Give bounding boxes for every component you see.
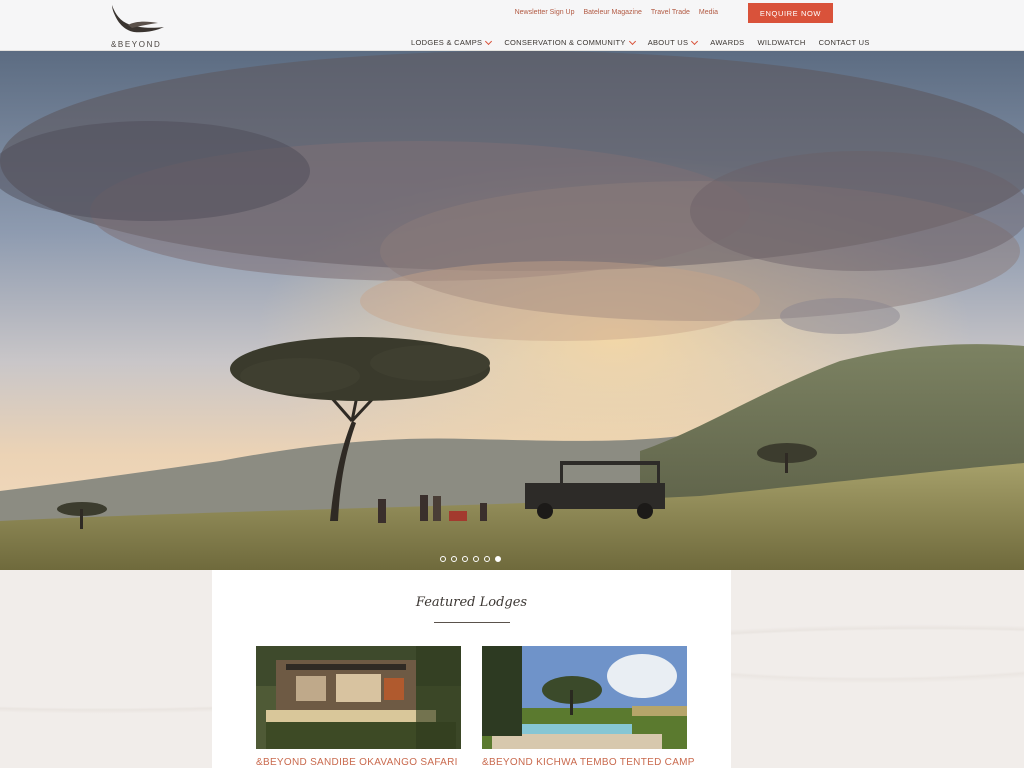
hero-slider[interactable] <box>0 51 1024 570</box>
slider-dot[interactable] <box>473 556 479 562</box>
chevron-down-icon <box>485 37 493 45</box>
nav-contact-us[interactable]: CONTACT US <box>819 38 870 47</box>
slider-dot[interactable] <box>440 556 446 562</box>
nav-label: AWARDS <box>710 38 745 47</box>
site-header: &BEYOND Newsletter Sign Up Bateleur Maga… <box>0 0 1024 51</box>
slider-dots <box>440 556 501 562</box>
nav-awards[interactable]: AWARDS <box>710 38 744 47</box>
title-divider <box>434 622 510 623</box>
lodge-card-title[interactable]: &BEYOND SANDIBE OKAVANGO SAFARI <box>256 757 461 768</box>
nav-about-us[interactable]: ABOUT US <box>647 37 699 47</box>
lodge-card-title[interactable]: &BEYOND KICHWA TEMBO TENTED CAMP <box>482 757 694 768</box>
chevron-down-icon <box>628 37 636 45</box>
slider-dot[interactable] <box>451 556 457 562</box>
slider-dot[interactable] <box>462 556 468 562</box>
nav-label: CONSERVATION & COMMUNITY <box>504 38 626 47</box>
brand-wordmark: &BEYOND <box>111 40 162 49</box>
chevron-down-icon <box>691 37 699 45</box>
nav-label: CONTACT US <box>818 38 870 47</box>
eagle-icon <box>112 5 164 33</box>
featured-lodges-title: Featured Lodges <box>415 595 528 610</box>
slider-dot[interactable] <box>484 556 490 562</box>
featured-section-background: Featured Lodges &BEYOND SANDIBE OKAVANGO <box>0 570 1024 768</box>
utility-links: Newsletter Sign Up Bateleur Magazine Tra… <box>515 9 718 16</box>
newsletter-link[interactable]: Newsletter Sign Up <box>515 9 575 16</box>
media-link[interactable]: Media <box>699 9 718 16</box>
travel-trade-link[interactable]: Travel Trade <box>651 9 690 16</box>
lodge-photo <box>256 646 461 749</box>
slider-dot-active[interactable] <box>495 556 501 562</box>
main-nav: LODGES & CAMPS CONSERVATION & COMMUNITY … <box>411 37 870 47</box>
nav-conservation-community[interactable]: CONSERVATION & COMMUNITY <box>504 37 636 47</box>
nav-label: ABOUT US <box>647 38 689 47</box>
brand-logo[interactable]: &BEYOND <box>108 3 168 49</box>
nav-label: WILDWATCH <box>757 38 806 47</box>
featured-lodges-panel: Featured Lodges &BEYOND SANDIBE OKAVANGO <box>212 570 731 768</box>
bateleur-magazine-link[interactable]: Bateleur Magazine <box>584 9 642 16</box>
nav-label: LODGES & CAMPS <box>411 38 483 47</box>
lodge-card[interactable]: &BEYOND SANDIBE OKAVANGO SAFARI <box>256 646 461 768</box>
lodge-photo <box>482 646 687 749</box>
lodge-card-image[interactable] <box>482 646 687 749</box>
lodge-card-image[interactable] <box>256 646 461 749</box>
hero-image <box>0 51 1024 570</box>
enquire-now-button[interactable]: ENQUIRE NOW <box>748 3 833 23</box>
nav-lodges-camps[interactable]: LODGES & CAMPS <box>411 37 493 47</box>
nav-wildwatch[interactable]: WILDWATCH <box>757 38 805 47</box>
lodge-card[interactable]: &BEYOND KICHWA TEMBO TENTED CAMP <box>482 646 694 768</box>
